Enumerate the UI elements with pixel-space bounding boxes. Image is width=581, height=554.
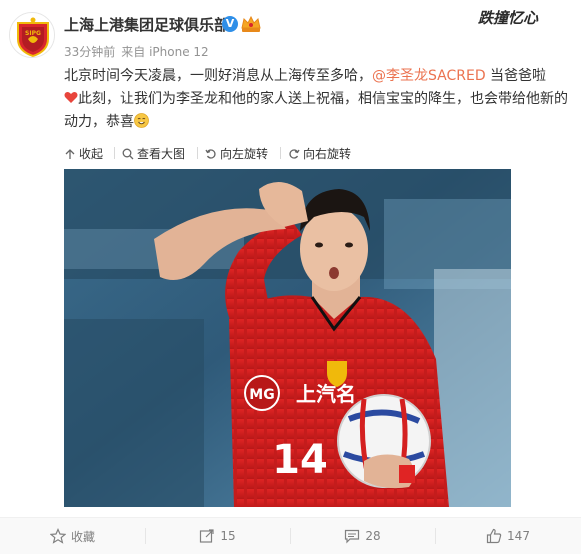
rotate-left-label: 向左旋转 xyxy=(220,147,269,161)
repost-icon xyxy=(200,529,214,543)
like-button[interactable]: 147 xyxy=(435,518,581,554)
post-text-part2: 当爸爸啦 xyxy=(485,68,547,84)
avatar[interactable]: SIPG xyxy=(9,12,55,58)
search-icon xyxy=(122,148,134,159)
repost-button[interactable]: 15 xyxy=(145,518,290,554)
jersey-sponsor-text: 上汽名 xyxy=(296,382,356,406)
comment-button[interactable]: 28 xyxy=(290,518,435,554)
rotate-right-button[interactable]: 向右旋转 xyxy=(288,145,351,162)
view-large-label: 查看大图 xyxy=(137,147,186,161)
collapse-label: 收起 xyxy=(79,147,104,161)
rotate-left-button[interactable]: 向左旋转 xyxy=(205,145,268,162)
brand-logo-text: 跌撞忆心 xyxy=(478,9,539,27)
post-meta: 33分钟前 来自 iPhone 12 xyxy=(64,43,215,60)
vip-crown-icon[interactable] xyxy=(240,14,262,34)
repost-count: 15 xyxy=(220,529,236,543)
comment-count: 28 xyxy=(365,529,381,543)
post-photo[interactable]: MG 上汽名 14 xyxy=(64,169,511,507)
comment-icon xyxy=(345,529,360,544)
toolbar-divider xyxy=(114,147,115,159)
collapse-button[interactable]: 收起 xyxy=(64,145,103,162)
star-icon xyxy=(49,528,66,544)
view-large-button[interactable]: 查看大图 xyxy=(122,145,185,162)
mention-link[interactable]: @李圣龙SACRED xyxy=(372,68,486,84)
toolbar-divider xyxy=(280,147,281,159)
post-time[interactable]: 33分钟前 xyxy=(64,45,115,59)
favorite-button[interactable]: 收藏 xyxy=(0,518,145,554)
collapse-arrow-icon xyxy=(65,148,75,159)
post-content: 北京时间今天凌晨，一则好消息从上海传至多哈，@李圣龙SACRED 当爸爸啦 此刻… xyxy=(64,65,574,134)
sipg-crest-icon: SIPG xyxy=(10,13,54,57)
username[interactable]: 上海上港集团足球俱乐部 xyxy=(64,14,229,35)
action-bar: 收藏 15 28 147 xyxy=(0,518,581,554)
toolbar-divider xyxy=(197,147,198,159)
favorite-label: 收藏 xyxy=(70,529,95,544)
congrats-emoji-icon xyxy=(134,113,149,128)
heart-emoji-icon xyxy=(64,92,78,103)
image-toolbar: 收起 查看大图 向左旋转 向右旋转 xyxy=(64,140,564,166)
post-text-part1: 北京时间今天凌晨，一则好消息从上海传至多哈， xyxy=(64,68,372,84)
rotate-right-label: 向右旋转 xyxy=(303,147,352,161)
weibo-post-card: SIPG 上海上港集团足球俱乐部 V 33分钟前 来自 iPhone 12 跌撞忆… xyxy=(0,0,581,554)
verified-badge-icon: V xyxy=(222,16,238,32)
like-count: 147 xyxy=(507,529,530,543)
post-source: 来自 iPhone 12 xyxy=(121,45,209,59)
avatar-crest-text: SIPG xyxy=(25,30,41,37)
brand-logo: 跌撞忆心 xyxy=(447,4,569,30)
rotate-left-icon xyxy=(205,148,216,159)
rotate-right-icon xyxy=(289,148,300,159)
thumbs-up-icon xyxy=(486,528,502,544)
footballer-photo: MG 上汽名 14 xyxy=(64,169,511,507)
jersey-number-text: 14 xyxy=(272,437,328,483)
mg-logo-text: MG xyxy=(249,387,274,403)
